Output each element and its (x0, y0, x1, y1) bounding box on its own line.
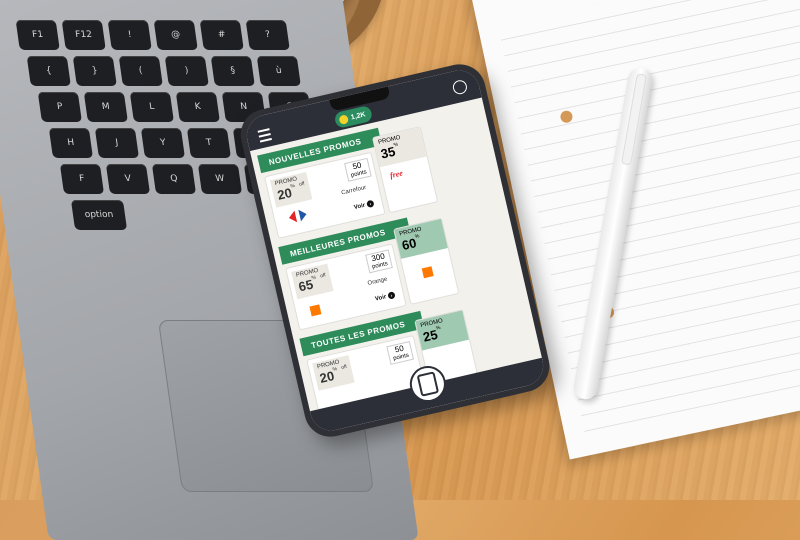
voir-label: Voir (374, 293, 387, 303)
orange-logo (309, 304, 322, 317)
user-profile-icon[interactable] (451, 78, 469, 96)
points-cost: 300 points (365, 249, 393, 274)
keyboard-key: H (48, 128, 94, 158)
keyboard-key: L (129, 92, 174, 122)
arrow-right-icon: › (387, 291, 396, 300)
off-label: off (319, 272, 327, 280)
keyboard-key: W (197, 164, 243, 194)
keyboard-key: § (210, 56, 255, 86)
keyboard-key: F12 (61, 20, 106, 50)
coin-icon (338, 113, 350, 125)
percent-sign: % (310, 274, 317, 282)
keyboard-key: ( (118, 56, 163, 86)
off-label: off (340, 363, 348, 371)
phone-scan-icon (416, 371, 440, 397)
points-badge-value: 1,2K (350, 110, 367, 121)
brand-name: Carrefour (340, 184, 367, 197)
keyboard-key: J (94, 128, 140, 158)
percent-sign: % (393, 141, 399, 149)
keyboard-key: F1 (15, 20, 60, 50)
keyboard-key: K (175, 92, 220, 122)
brand-name: Orange (367, 276, 388, 287)
keyboard-key: P (37, 92, 82, 122)
keyboard-key: @ (153, 20, 198, 50)
keyboard-key: ) (164, 56, 209, 86)
keyboard-key: option (70, 200, 128, 230)
promo-discount: PROMO 25% (415, 310, 469, 351)
arrow-right-icon: › (366, 199, 375, 209)
promo-discount: PROMO 20% off (270, 172, 313, 208)
percent-sign: % (332, 366, 338, 373)
free-mobile-logo: free (389, 168, 404, 181)
keyboard-key: ? (245, 20, 290, 50)
keyboard-key: ! (107, 20, 152, 50)
keyboard-key: F (59, 164, 105, 194)
voir-button[interactable]: Voir › (374, 291, 396, 303)
orange-logo (421, 266, 434, 279)
percent-sign: % (289, 182, 296, 190)
keyboard-key: Q (151, 164, 197, 194)
promo-discount: PROMO 35% (373, 127, 427, 168)
percent-sign: % (414, 233, 420, 241)
keyboard-key: # (199, 20, 244, 50)
percent-sign: % (435, 324, 442, 332)
voir-button[interactable]: Voir › (353, 199, 375, 211)
hamburger-menu-icon[interactable] (257, 128, 272, 143)
off-label: off (298, 180, 306, 188)
promo-discount: PROMO 20% off (312, 355, 355, 391)
keyboard-key: ù (256, 56, 301, 86)
keyboard-key: V (105, 164, 151, 194)
keyboard-key: Y (140, 128, 186, 158)
keyboard-key: } (72, 56, 117, 86)
promo-discount: PROMO 65% off (291, 263, 334, 300)
keyboard-key: T (186, 128, 232, 158)
points-cost: 50 points (386, 341, 415, 366)
keyboard-key: M (83, 92, 128, 122)
keyboard-key: { (26, 56, 71, 86)
points-cost: 50 points (344, 157, 372, 183)
voir-label: Voir (353, 202, 366, 211)
carrefour-logo (288, 209, 307, 223)
